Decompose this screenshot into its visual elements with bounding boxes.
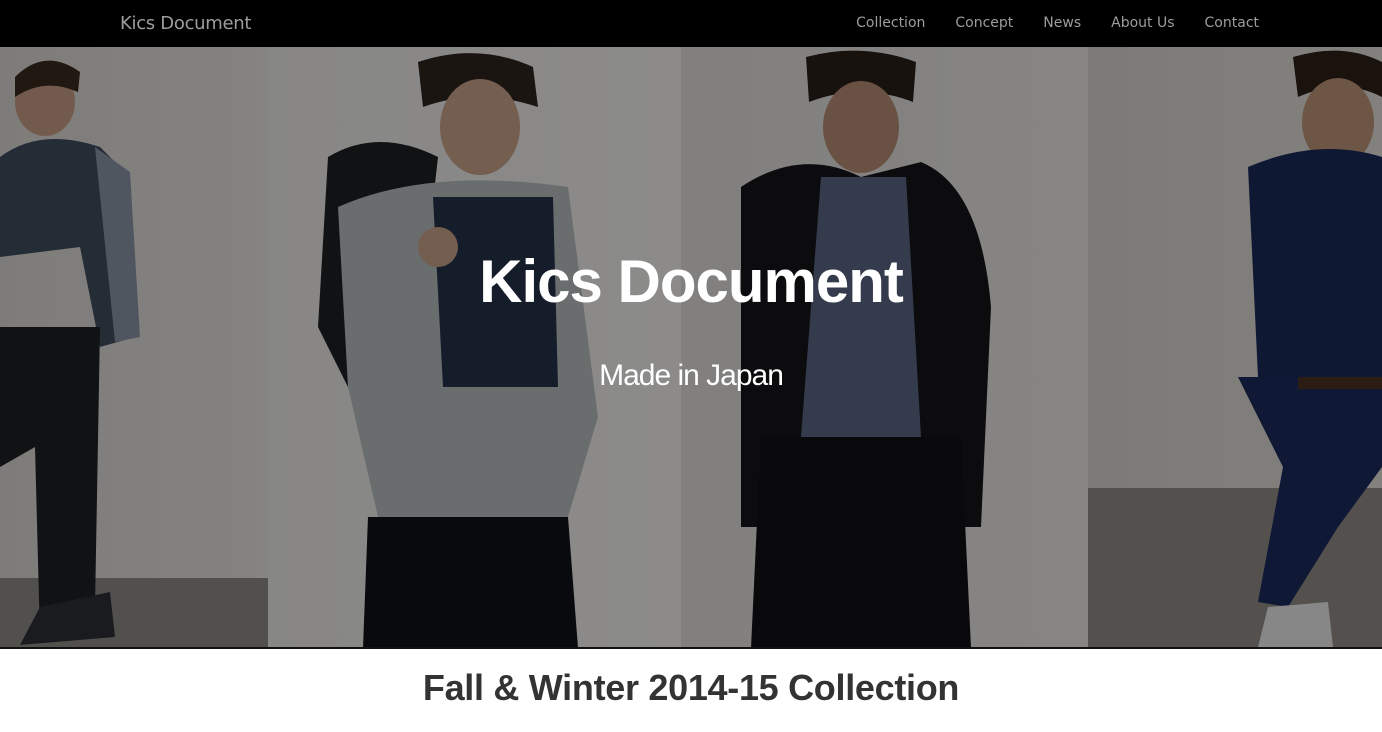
nav-links: Collection Concept News About Us Contact	[841, 0, 1262, 47]
nav-link-concept[interactable]: Concept	[940, 0, 1028, 47]
top-navbar: Kics Document Collection Concept News Ab…	[0, 0, 1382, 47]
hero-text-block: Kics Document Made in Japan	[0, 47, 1382, 648]
collection-heading: Fall & Winter 2014-15 Collection	[422, 667, 960, 708]
nav-link-news[interactable]: News	[1028, 0, 1096, 47]
nav-link-contact[interactable]: Contact	[1190, 0, 1262, 47]
nav-link-about-us[interactable]: About Us	[1096, 0, 1189, 47]
brand-link[interactable]: Kics Document	[120, 13, 251, 34]
hero-subtitle: Made in Japan	[599, 359, 784, 392]
hero-title: Kics Document	[479, 248, 904, 315]
hero-bottom-divider	[0, 647, 1382, 649]
nav-link-collection[interactable]: Collection	[841, 0, 940, 47]
hero-section: Kics Document Made in Japan	[0, 47, 1382, 648]
